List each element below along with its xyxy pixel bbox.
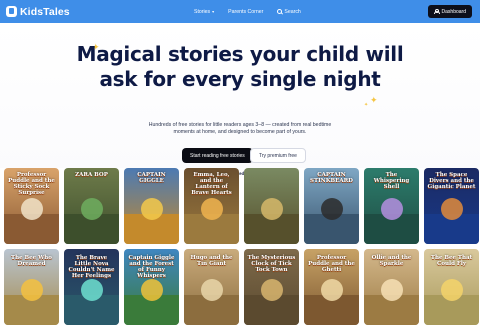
brand-logo[interactable]: KidsTales [6,6,70,18]
dashboard-button[interactable]: Dashboard [427,5,472,18]
story-title: The Whispering Shell [373,172,410,190]
cover-illustration [201,198,223,220]
story-card[interactable]: Professor Puddle and the Ghetti [304,249,359,325]
nav-stories[interactable]: Stories ▾ [194,9,214,15]
nav-stories-label: Stories [194,8,211,15]
sparkle-icon: ✦ [364,102,369,108]
story-title: Emma, Leo, and the Lantern of Brave Hear… [191,172,232,196]
nav-search-label: Search [284,8,301,15]
subtitle-line-1: Hundreds of free stories for little read… [148,122,332,128]
story-card[interactable]: The Bee That Could Fly [424,249,479,325]
nav-parents-corner[interactable]: Parents Corner [228,9,263,15]
cover-illustration [261,279,283,301]
cover-illustration [321,198,343,220]
sparkle-icon: ✦ [370,95,378,105]
story-title: The Bee Who Dreamed [11,255,52,267]
story-card[interactable]: The Mysterious Clock of Tick Tock Town [244,249,299,325]
cover-illustration [201,279,223,301]
cover-illustration [81,279,103,301]
story-title: The Mysterious Clock of Tick Tock Town [247,255,296,273]
search-icon [277,9,283,14]
story-card[interactable]: Hugo and the Tin Giant [184,249,239,325]
cover-illustration [441,279,463,301]
dashboard-label: Dashboard [441,8,466,15]
story-title: CAPTAIN STINKBEARD [310,172,353,184]
chevron-down-icon: ▾ [212,9,215,14]
nav-parents-label: Parents Corner [228,8,264,15]
story-card[interactable]: CAPTAIN GIGGLE [124,168,179,244]
user-icon [434,9,441,14]
story-card[interactable]: CAPTAIN STINKBEARD [304,168,359,244]
start-reading-button[interactable]: Start reading free stories [182,148,253,163]
story-title: CAPTAIN GIGGLE [137,172,166,184]
story-card[interactable]: The Bee Who Dreamed [4,249,59,325]
story-card[interactable]: The Whispering Shell [364,168,419,244]
story-title: The Bee That Could Fly [430,255,473,267]
try-premium-button[interactable]: Try premium free [250,148,306,163]
nav-search[interactable]: Search [277,8,301,15]
hero-headline: Magical stories your child will ask for … [0,42,480,92]
hero-subtitle: Hundreds of free stories for little read… [130,122,350,136]
story-card[interactable]: Professor Puddle and the Sticky Sock Sur… [4,168,59,244]
cover-illustration [141,198,163,220]
story-card[interactable] [244,168,299,244]
story-card[interactable]: The Space Divers and the Gigantic Planet [424,168,479,244]
top-nav: KidsTales Stories ▾ Parents Corner Searc… [0,0,480,23]
cover-illustration [141,279,163,301]
cover-illustration [81,198,103,220]
story-title: Ollie and the Sparkle [371,255,412,267]
story-card[interactable]: The Brave Little Nova Couldn't Name Her … [64,249,119,325]
story-grid: Professor Puddle and the Sticky Sock Sur… [4,168,479,325]
cover-illustration [261,198,283,220]
cover-illustration [321,279,343,301]
nav-links: Stories ▾ Parents Corner Search [194,0,301,23]
cover-illustration [381,279,403,301]
story-card[interactable]: Emma, Leo, and the Lantern of Brave Hear… [184,168,239,244]
headline-line-1: Magical stories your child will [76,42,404,66]
story-title: Captain Giggle and the Forest of Funny W… [128,255,175,279]
story-title: Professor Puddle and the Ghetti [308,255,355,273]
subtitle-line-2: moments at home, and designed to become … [173,129,307,135]
story-title: The Space Divers and the Gigantic Planet [427,172,476,190]
story-card[interactable]: Ollie and the Sparkle [364,249,419,325]
cover-illustration [21,198,43,220]
book-icon [6,6,17,17]
story-title: Hugo and the Tin Giant [190,255,233,267]
headline-line-2: ask for every single night [99,67,381,91]
story-title: The Brave Little Nova Couldn't Name Her … [68,255,115,279]
cover-illustration [381,198,403,220]
story-card[interactable]: Captain Giggle and the Forest of Funny W… [124,249,179,325]
cover-illustration [21,279,43,301]
story-card[interactable]: ZARA BOP [64,168,119,244]
story-title: Professor Puddle and the Sticky Sock Sur… [8,172,55,196]
story-title: ZARA BOP [75,172,108,178]
brand-name: KidsTales [20,5,70,18]
hero-section: ✦ ✦ ✦ Magical stories your child will as… [0,23,480,177]
cover-illustration [441,198,463,220]
